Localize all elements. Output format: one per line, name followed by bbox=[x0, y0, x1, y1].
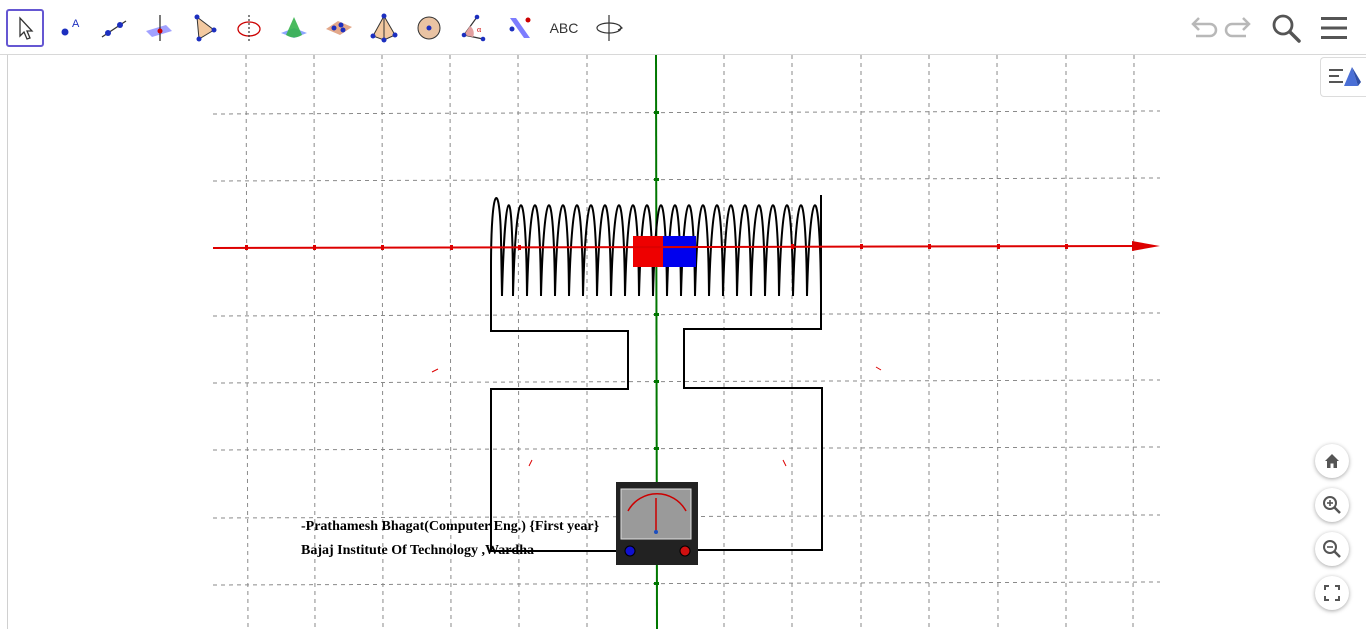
sphere-tool[interactable] bbox=[410, 9, 448, 47]
credit-author: -Prathamesh Bhagat(Computer Eng.) {First… bbox=[301, 519, 600, 534]
galvanometer bbox=[616, 482, 698, 565]
style-bar-toggle-icon bbox=[1328, 67, 1361, 86]
graphics-3d-view[interactable]: -Prathamesh Bhagat(Computer Eng.) {First… bbox=[0, 55, 1366, 629]
pyramid-icon bbox=[370, 13, 398, 43]
angle-tool[interactable]: α bbox=[455, 9, 493, 47]
point-icon: A bbox=[61, 18, 80, 36]
scene-canvas bbox=[212, 55, 1161, 629]
zoom-in-icon bbox=[1323, 496, 1341, 514]
point-tool-label: A bbox=[72, 18, 80, 30]
galvanometer-negative-terminal bbox=[624, 545, 636, 557]
zoom-out-icon bbox=[1323, 540, 1341, 558]
cone-icon bbox=[281, 17, 307, 38]
galvanometer-positive-terminal bbox=[679, 545, 691, 557]
bar-magnet[interactable] bbox=[633, 236, 696, 267]
magnet-south-pole bbox=[663, 236, 696, 267]
angle-tool-label: α bbox=[477, 25, 482, 34]
point-tool[interactable]: A bbox=[51, 9, 89, 47]
undo-button[interactable] bbox=[1186, 12, 1218, 44]
move-tool[interactable] bbox=[6, 9, 44, 47]
angle-icon: α bbox=[461, 14, 486, 42]
search-icon bbox=[1272, 14, 1301, 43]
circle-axis-tool[interactable] bbox=[230, 9, 268, 47]
fullscreen-button[interactable] bbox=[1315, 576, 1349, 610]
magnet-north-pole bbox=[633, 236, 663, 267]
style-bar-toggle[interactable] bbox=[1320, 57, 1366, 97]
pyramid-tool[interactable] bbox=[365, 9, 403, 47]
redo-button[interactable] bbox=[1224, 12, 1256, 44]
line-icon bbox=[101, 20, 127, 38]
text-tool-label: ABC bbox=[549, 20, 579, 36]
home-icon bbox=[1325, 454, 1339, 468]
undo-icon bbox=[1191, 17, 1218, 38]
home-button[interactable] bbox=[1315, 444, 1349, 478]
plane-tool[interactable] bbox=[320, 9, 358, 47]
sphere-icon bbox=[417, 16, 441, 40]
intersect-surfaces-tool[interactable] bbox=[275, 9, 313, 47]
credit-institute: Bajaj Institute Of Technology ,Wardha bbox=[301, 543, 534, 558]
triangle-icon bbox=[194, 14, 217, 42]
zoom-out-button[interactable] bbox=[1315, 532, 1349, 566]
fullscreen-icon bbox=[1324, 585, 1340, 601]
reflect-plane-icon bbox=[509, 17, 531, 38]
search-button[interactable] bbox=[1270, 12, 1302, 44]
redo-icon bbox=[1224, 17, 1251, 38]
perpendicular-line-tool[interactable] bbox=[140, 9, 178, 47]
polygon-tool[interactable] bbox=[185, 9, 223, 47]
zoom-in-button[interactable] bbox=[1315, 488, 1349, 522]
perpendicular-plane-icon bbox=[146, 15, 172, 41]
plane-points-icon bbox=[326, 21, 352, 35]
reflect-tool[interactable] bbox=[500, 9, 538, 47]
circle-axis-icon bbox=[237, 15, 261, 41]
toolbar: A α ABC bbox=[0, 0, 1366, 55]
cursor-arrow-icon bbox=[19, 16, 34, 40]
menu-icon bbox=[1321, 17, 1347, 39]
rotate-view-tool[interactable] bbox=[590, 9, 628, 47]
text-tool[interactable]: ABC bbox=[545, 9, 583, 47]
line-tool[interactable] bbox=[95, 9, 133, 47]
menu-button[interactable] bbox=[1318, 12, 1350, 44]
rotate-view-icon bbox=[596, 15, 624, 41]
